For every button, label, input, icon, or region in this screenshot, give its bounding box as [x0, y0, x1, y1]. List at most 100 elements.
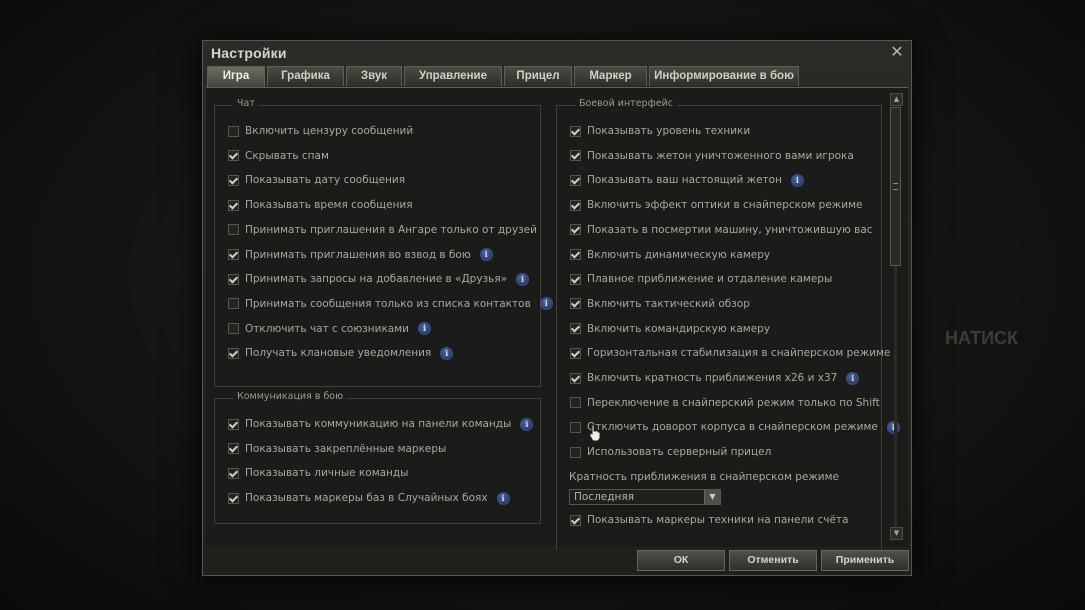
checkbox[interactable]: [228, 125, 239, 137]
tab-marker[interactable]: Маркер: [574, 66, 647, 86]
ok-button[interactable]: ОК: [637, 550, 725, 571]
checkbox-row[interactable]: Скрывать спам: [228, 148, 329, 164]
checkbox-row[interactable]: Включить динамическую камеру: [570, 247, 770, 263]
checkbox[interactable]: [228, 418, 239, 430]
checkbox[interactable]: [228, 224, 239, 236]
checkbox-row[interactable]: Принимать приглашения во взвод в бою i: [228, 247, 493, 263]
info-icon[interactable]: i: [539, 297, 553, 311]
checkbox-row[interactable]: Включить эффект оптики в снайперском реж…: [570, 197, 862, 213]
tab-bar: Игра Графика Звук Управление Прицел Марк…: [207, 66, 801, 87]
checkbox-label: Плавное приближение и отдаление камеры: [587, 273, 833, 286]
comms-group-title: Коммуникация в бою: [233, 391, 348, 402]
checkbox[interactable]: [570, 347, 581, 359]
checkbox-label: Принимать приглашения во взвод в бою: [245, 248, 471, 261]
checkbox-row[interactable]: Плавное приближение и отдаление камеры: [570, 271, 832, 287]
close-icon[interactable]: ✕: [888, 43, 906, 61]
checkbox-row[interactable]: Включить тактический обзор: [570, 296, 750, 312]
checkbox[interactable]: [570, 421, 581, 433]
checkbox[interactable]: [228, 273, 239, 285]
checkbox-row[interactable]: Переключение в снайперский режим только …: [570, 395, 880, 411]
checkbox-label: Скрывать спам: [245, 149, 329, 162]
checkbox[interactable]: [228, 443, 239, 455]
checkbox[interactable]: [228, 347, 239, 359]
checkbox-row[interactable]: Принимать приглашения в Ангаре только от…: [228, 222, 537, 238]
checkbox[interactable]: [570, 323, 581, 335]
checkbox-label: Принимать приглашения в Ангаре только от…: [245, 223, 537, 236]
checkbox-row[interactable]: Отключить чат с союзниками i: [228, 321, 431, 337]
scroll-up-icon[interactable]: ▲: [890, 93, 903, 106]
comms-group: Коммуникация в бою Показывать коммуникац…: [214, 391, 541, 524]
checkbox[interactable]: [570, 249, 581, 260]
checkbox-row[interactable]: Показывать уровень техники: [570, 123, 750, 139]
checkbox-label: Отключить чат с союзниками: [245, 322, 409, 335]
checkbox[interactable]: [570, 446, 581, 458]
checkbox[interactable]: [228, 150, 239, 162]
checkbox-label: Получать клановые уведомления: [245, 347, 432, 360]
settings-content: Чат Включить цензуру сообщений Скрывать с…: [206, 87, 908, 550]
checkbox[interactable]: [570, 273, 581, 285]
checkbox[interactable]: [228, 467, 239, 479]
info-icon[interactable]: i: [520, 417, 534, 431]
info-icon[interactable]: i: [440, 346, 454, 360]
checkbox-row[interactable]: Показывать личные команды: [228, 465, 408, 481]
checkbox-row[interactable]: Показывать маркеры техники на панели счё…: [570, 512, 848, 528]
info-icon[interactable]: i: [516, 272, 530, 286]
info-icon[interactable]: i: [496, 491, 510, 505]
checkbox[interactable]: [570, 397, 581, 409]
checkbox-label: Показывать время сообщения: [245, 199, 413, 212]
checkbox-row[interactable]: Включить кратность приближения x26 и x37…: [570, 370, 860, 386]
checkbox-row[interactable]: Включить командирскую камеру: [570, 321, 770, 337]
tab-sound[interactable]: Звук: [346, 66, 402, 86]
checkbox[interactable]: [570, 372, 581, 384]
checkbox[interactable]: [228, 492, 239, 504]
checkbox[interactable]: [228, 199, 239, 211]
checkbox[interactable]: [570, 298, 581, 310]
checkbox-label: Принимать сообщения только из списка кон…: [245, 297, 531, 310]
checkbox-row[interactable]: Отключить доворот корпуса в снайперском …: [570, 419, 900, 435]
tab-controls[interactable]: Управление: [404, 66, 502, 86]
checkbox-row[interactable]: Получать клановые уведомления i: [228, 345, 454, 361]
battle-interface-group-title: Боевой интерфейс: [575, 98, 677, 109]
checkbox[interactable]: [570, 224, 581, 236]
checkbox[interactable]: [228, 323, 239, 335]
checkbox[interactable]: [228, 174, 239, 186]
cancel-button[interactable]: Отменить: [729, 550, 817, 571]
zoom-select[interactable]: Последняя ▼: [569, 489, 721, 505]
info-icon[interactable]: i: [846, 371, 860, 385]
tab-graphics[interactable]: Графика: [267, 66, 344, 86]
checkbox-row[interactable]: Показывать закреплённые маркеры: [228, 441, 446, 457]
info-icon[interactable]: i: [417, 322, 431, 336]
checkbox-row[interactable]: Показывать ваш настоящий жетон i: [570, 172, 804, 188]
checkbox-row[interactable]: Показывать коммуникацию на панели команд…: [228, 416, 534, 432]
checkbox-label: Включить тактический обзор: [587, 297, 750, 310]
checkbox[interactable]: [570, 514, 581, 526]
checkbox-row[interactable]: Принимать запросы на добавление в «Друзь…: [228, 271, 530, 287]
checkbox-row[interactable]: Показывать время сообщения: [228, 197, 413, 213]
background-text: НАТИСК: [945, 328, 1019, 348]
settings-window: Настройки ✕ Игра Графика Звук Управление…: [202, 40, 912, 576]
scroll-down-icon[interactable]: ▼: [890, 527, 903, 540]
checkbox-row[interactable]: Использовать серверный прицел: [570, 444, 771, 460]
checkbox[interactable]: [228, 298, 239, 310]
checkbox-row[interactable]: Принимать сообщения только из списка кон…: [228, 296, 553, 312]
checkbox-row[interactable]: Включить цензуру сообщений: [228, 123, 413, 139]
tab-game[interactable]: Игра: [207, 66, 265, 87]
tab-reticle[interactable]: Прицел: [504, 66, 572, 86]
info-icon[interactable]: i: [479, 248, 493, 261]
chevron-down-icon[interactable]: ▼: [704, 490, 720, 504]
scrollbar-thumb[interactable]: [890, 107, 901, 266]
checkbox[interactable]: [570, 174, 581, 186]
checkbox-row[interactable]: Показать в посмертии машину, уничтожившу…: [570, 222, 873, 238]
checkbox-row[interactable]: Показывать дату сообщения: [228, 172, 405, 188]
checkbox[interactable]: [570, 199, 581, 211]
checkbox[interactable]: [228, 249, 239, 260]
checkbox-row[interactable]: Показывать жетон уничтоженного вами игро…: [570, 148, 854, 164]
scrollbar[interactable]: ▲ ▼: [889, 93, 903, 540]
checkbox[interactable]: [570, 125, 581, 137]
checkbox-row[interactable]: Показывать маркеры баз в Случайных боях i: [228, 490, 510, 506]
info-icon[interactable]: i: [790, 173, 804, 187]
checkbox[interactable]: [570, 150, 581, 162]
checkbox-row[interactable]: Горизонтальная стабилизация в снайперско…: [570, 345, 890, 361]
tab-battle-info[interactable]: Информирование в бою: [649, 66, 799, 86]
apply-button[interactable]: Применить: [821, 550, 909, 571]
